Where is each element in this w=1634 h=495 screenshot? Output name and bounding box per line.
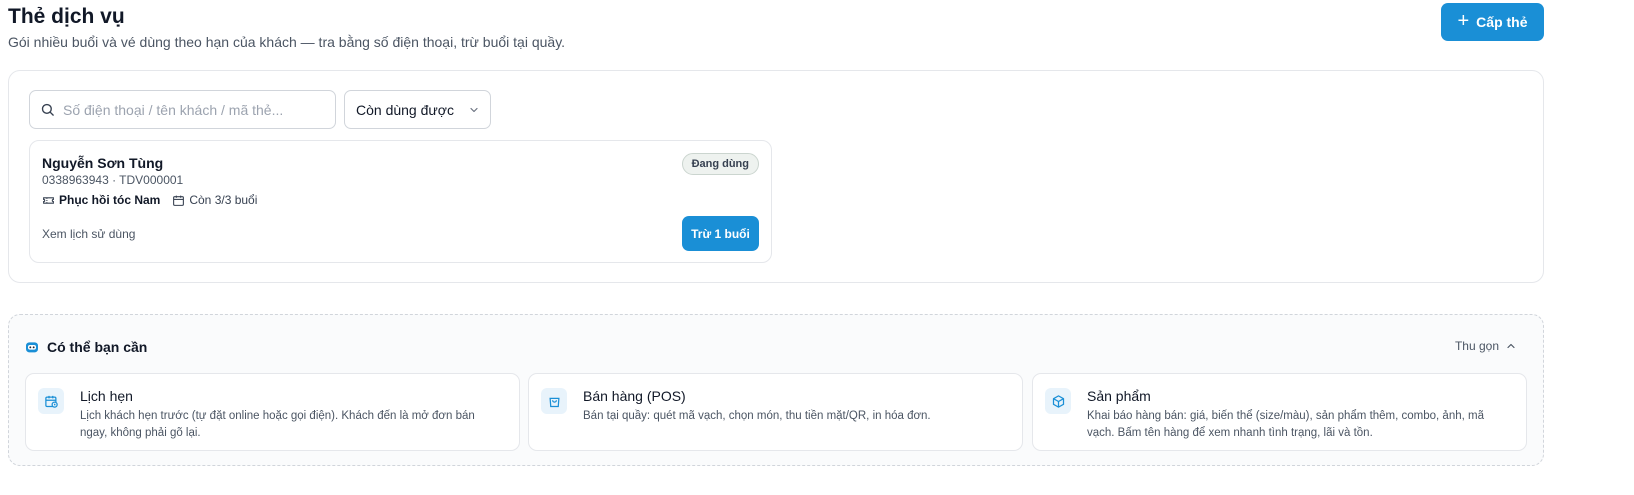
customer-name: Nguyễn Sơn Tùng (42, 155, 164, 171)
cards-panel: Còn dùng được Nguyễn Sơn Tùng 0338963943… (8, 70, 1544, 283)
robot-icon (26, 342, 38, 353)
collapse-button[interactable]: Thu gọn (1455, 339, 1517, 353)
service-card: Nguyễn Sơn Tùng 0338963943 · TDV000001 Đ… (29, 140, 772, 263)
status-badge: Đang dùng (681, 153, 759, 175)
chevron-up-icon (1507, 343, 1515, 349)
card-tags: Phục hồi tóc Nam Còn 3/3 buổi (42, 193, 257, 207)
suggestions-panel: Có thể bạn cần Thu gọn Lịch hẹn Lịch khá… (8, 314, 1544, 466)
service-label: Phục hồi tóc Nam (59, 193, 161, 207)
search-icon (41, 103, 54, 116)
status-filter-select[interactable]: Còn dùng được (344, 90, 491, 129)
chevron-down-icon (470, 107, 478, 112)
remaining-tag: Còn 3/3 buổi (172, 193, 257, 207)
suggestion-description: Bán tại quầy: quét mã vạch, chọn món, th… (583, 410, 931, 422)
deduct-session-button[interactable]: Trừ 1 buổi (682, 216, 759, 251)
suggestion-description: Khai báo hàng bán: giá, biến thể (size/m… (1087, 410, 1484, 439)
suggestion-description: Lịch khách hẹn trước (tự đặt online hoặc… (80, 410, 475, 439)
collapse-label: Thu gọn (1454, 339, 1499, 353)
shopping-bag-icon (541, 388, 567, 414)
customer-meta: 0338963943 · TDV000001 (42, 173, 184, 187)
suggestions-header: Có thể bạn cần (24, 339, 147, 355)
suggestion-card-products[interactable]: Sản phẩm Khai báo hàng bán: giá, biến th… (1032, 373, 1527, 451)
search-input[interactable] (63, 101, 323, 118)
ticket-icon (43, 196, 54, 204)
page-subtitle: Gói nhiều buổi và vé dùng theo hạn của k… (8, 34, 566, 50)
suggestion-card-appointments[interactable]: Lịch hẹn Lịch khách hẹn trước (tự đặt on… (25, 373, 520, 451)
suggestion-card-pos[interactable]: Bán hàng (POS) Bán tại quầy: quét mã vạc… (528, 373, 1023, 451)
suggestions-title: Có thể bạn cần (47, 339, 148, 355)
box-icon (1045, 388, 1071, 414)
suggestion-title: Bán hàng (POS) (583, 388, 686, 404)
status-filter-value: Còn dùng được (356, 101, 454, 118)
calendar-clock-icon (38, 388, 64, 414)
plus-icon: + (1457, 10, 1470, 32)
suggestion-title: Sản phẩm (1087, 388, 1151, 404)
calendar-icon (173, 195, 185, 206)
issue-card-button-label: Cấp thẻ (1476, 14, 1528, 30)
remaining-label: Còn 3/3 buổi (189, 193, 258, 207)
suggestion-title: Lịch hẹn (80, 388, 133, 404)
page-title: Thẻ dịch vụ (8, 5, 125, 28)
usage-history-link[interactable]: Xem lịch sử dùng (42, 227, 135, 241)
issue-card-button[interactable]: + Cấp thẻ (1441, 3, 1544, 41)
search-box[interactable] (29, 90, 336, 129)
service-tag: Phục hồi tóc Nam (42, 193, 160, 207)
